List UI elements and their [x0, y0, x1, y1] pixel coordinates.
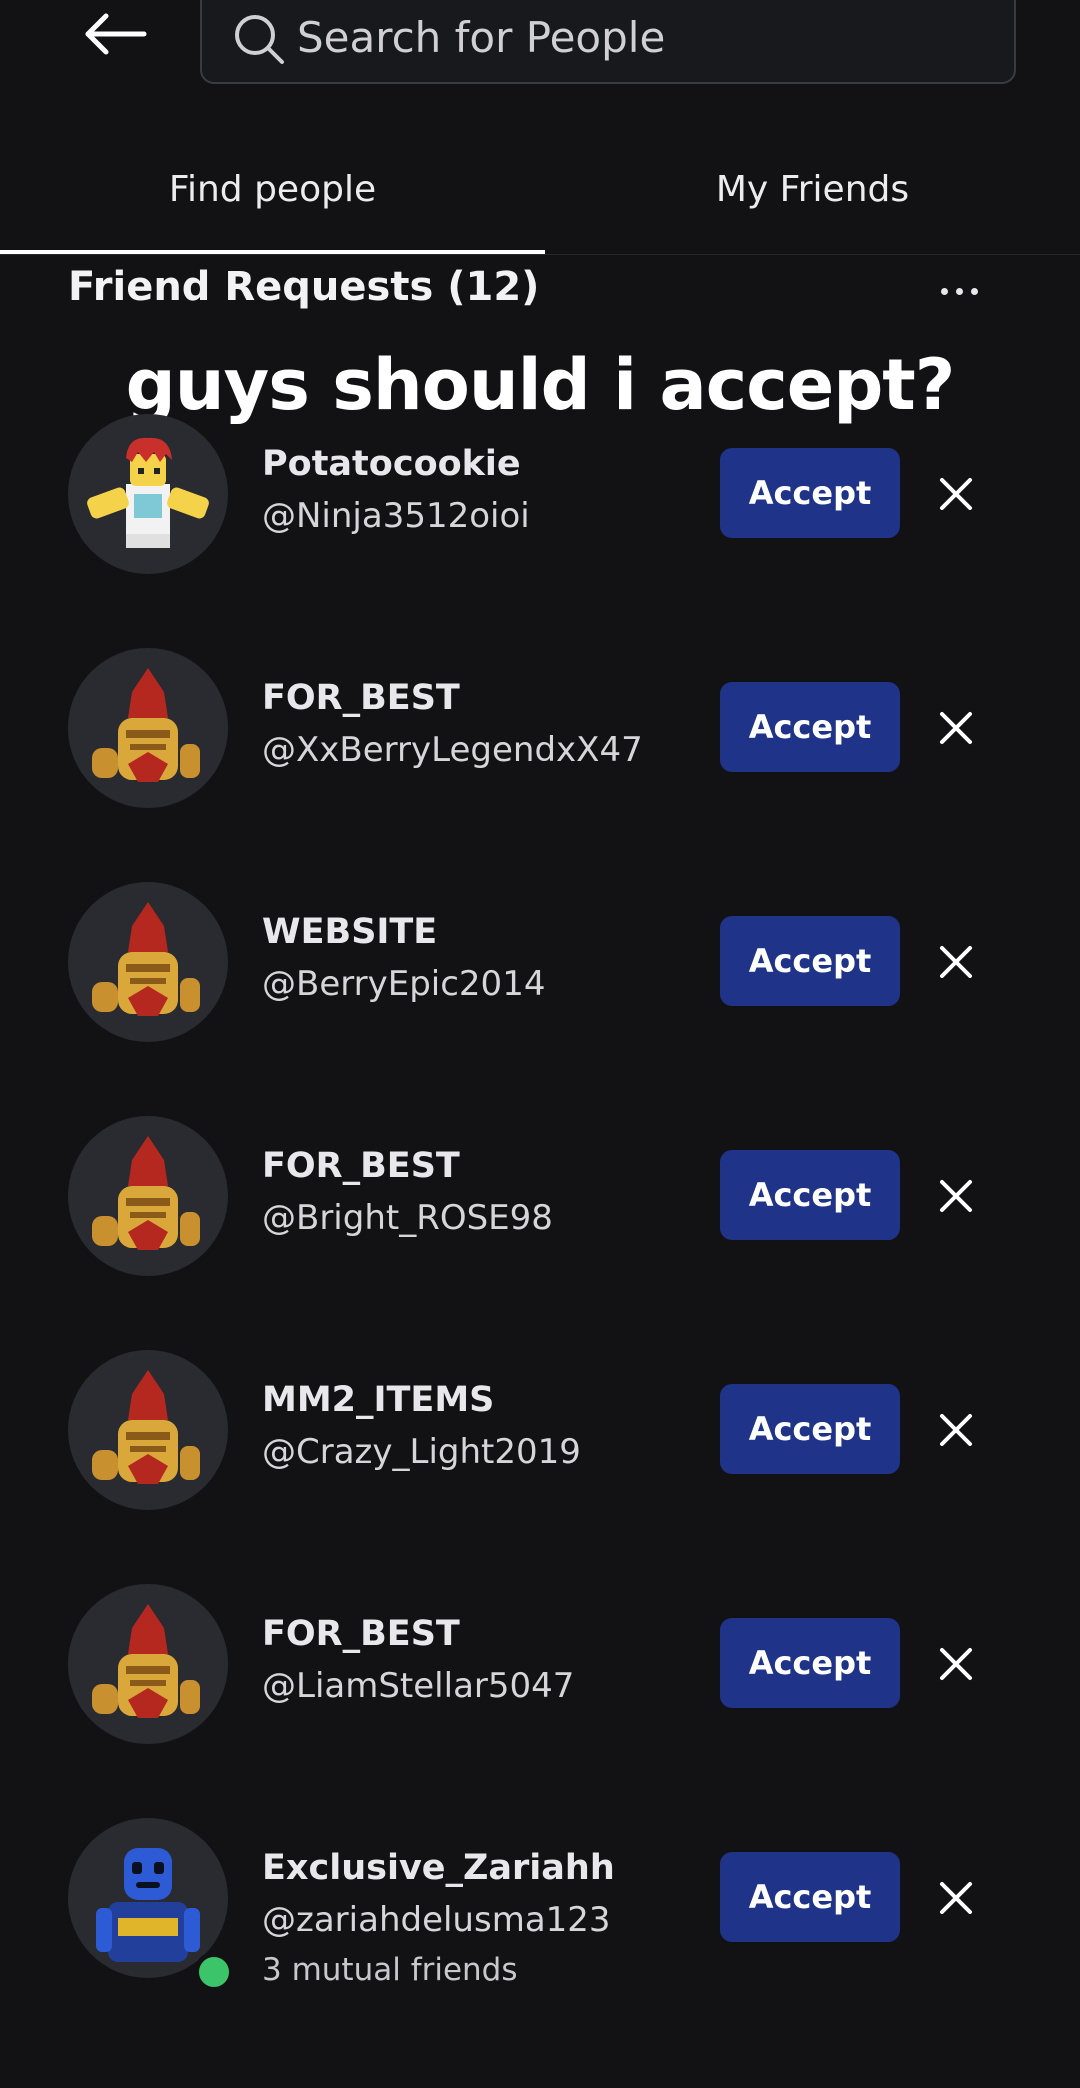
search-box[interactable]: [200, 0, 1016, 84]
accept-button[interactable]: Accept: [720, 448, 900, 538]
avatar[interactable]: [68, 882, 228, 1042]
knight-helmet-icon: [92, 1370, 200, 1484]
close-icon[interactable]: [934, 1642, 978, 1686]
mutual-friends-count: 3 mutual friends: [262, 1952, 518, 1988]
display-name: Potatocookie: [262, 444, 521, 484]
knight-helmet-icon: [92, 668, 200, 782]
close-icon[interactable]: [934, 940, 978, 984]
top-bar: [0, 0, 1080, 120]
close-icon[interactable]: [934, 472, 978, 516]
knight-helmet-icon: [92, 1136, 200, 1250]
username: @Crazy_Light2019: [262, 1432, 581, 1472]
username: @XxBerryLegendxX47: [262, 730, 643, 770]
accept-button[interactable]: Accept: [720, 1852, 900, 1942]
close-icon[interactable]: [934, 1876, 978, 1920]
online-status-indicator: [194, 1952, 234, 1992]
accept-button[interactable]: Accept: [720, 682, 900, 772]
avatar[interactable]: [68, 648, 228, 808]
friend-request-row: Potatocookie @Ninja3512oioi Accept: [0, 414, 1080, 594]
friend-request-row: FOR_BEST @LiamStellar5047 Accept: [0, 1584, 1080, 1764]
username: @zariahdelusma123: [262, 1900, 611, 1940]
search-icon: [232, 12, 286, 66]
friend-request-row: MM2_ITEMS @Crazy_Light2019 Accept: [0, 1350, 1080, 1530]
close-icon[interactable]: [934, 1174, 978, 1218]
accept-button[interactable]: Accept: [720, 1150, 900, 1240]
display-name: FOR_BEST: [262, 1146, 460, 1186]
accept-button[interactable]: Accept: [720, 916, 900, 1006]
more-options-icon[interactable]: [935, 268, 985, 312]
close-icon[interactable]: [934, 706, 978, 750]
accept-button[interactable]: Accept: [720, 1384, 900, 1474]
avatar[interactable]: [68, 1584, 228, 1744]
knight-helmet-icon: [92, 902, 200, 1016]
tab-find-people[interactable]: Find people: [0, 150, 545, 250]
friend-request-row: Exclusive_Zariahh @zariahdelusma123 3 mu…: [0, 1818, 1080, 2008]
avatar[interactable]: [68, 1116, 228, 1276]
back-arrow-icon[interactable]: [80, 6, 152, 62]
active-tab-indicator: [0, 250, 545, 254]
friend-request-row: FOR_BEST @Bright_ROSE98 Accept: [0, 1116, 1080, 1296]
avatar[interactable]: [68, 414, 228, 574]
username: @BerryEpic2014: [262, 964, 546, 1004]
username: @Bright_ROSE98: [262, 1198, 553, 1238]
display-name: WEBSITE: [262, 912, 438, 952]
friend-requests-title: Friend Requests (12): [68, 264, 540, 310]
display-name: Exclusive_Zariahh: [262, 1848, 615, 1888]
tab-bar: Find people My Friends: [0, 150, 1080, 255]
username: @LiamStellar5047: [262, 1666, 575, 1706]
friend-request-row: FOR_BEST @XxBerryLegendxX47 Accept: [0, 648, 1080, 828]
tab-my-friends[interactable]: My Friends: [545, 150, 1080, 250]
avatar[interactable]: [68, 1350, 228, 1510]
close-icon[interactable]: [934, 1408, 978, 1452]
knight-helmet-icon: [92, 1604, 200, 1718]
friend-request-row: WEBSITE @BerryEpic2014 Accept: [0, 882, 1080, 1062]
roblox-character-icon: [87, 437, 209, 548]
display-name: MM2_ITEMS: [262, 1380, 495, 1420]
search-input[interactable]: [297, 6, 977, 68]
display-name: FOR_BEST: [262, 678, 460, 718]
username: @Ninja3512oioi: [262, 496, 530, 536]
accept-button[interactable]: Accept: [720, 1618, 900, 1708]
display-name: FOR_BEST: [262, 1614, 460, 1654]
